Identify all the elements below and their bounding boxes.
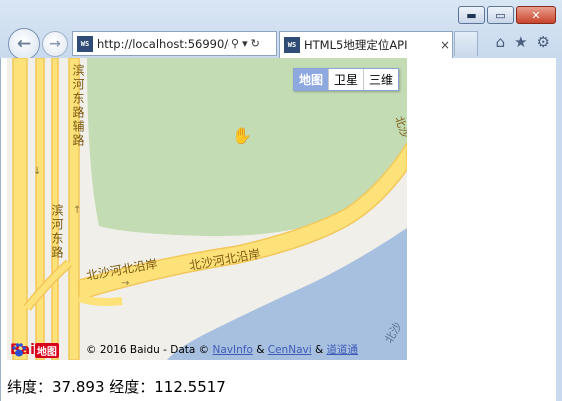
browser-chrome: ▬ ▭ ✕ ← → WS http://localhost:56990/c ⚲ … [0,0,562,60]
close-icon: ✕ [531,8,541,22]
cennavi-link[interactable]: CenNavi [268,344,312,356]
maximize-button[interactable]: ▭ [487,6,514,24]
dropdown-icon[interactable]: ▾ [242,37,248,50]
close-button[interactable]: ✕ [516,6,556,24]
search-icon[interactable]: ⚲ [231,37,239,50]
new-tab-button[interactable] [454,31,478,56]
road-label-vertical-2: 滨河东路 [50,203,64,260]
baidu-map[interactable]: 滨河东路辅路 滨河东路 北沙河北沿岸 北沙河北沿岸 北沙 北沙 ↓ ↑ → 地图… [7,58,407,360]
road-arrow-icon: ↑ [73,205,81,216]
site-favicon-icon: WS [77,35,93,52]
forward-arrow-icon: → [49,36,61,52]
map-type-map-button[interactable]: 地图 [293,69,328,90]
browser-tools: ⌂ ★ ⚙ [496,33,550,51]
settings-gear-icon[interactable]: ⚙ [537,33,550,51]
hand-cursor-icon: ✋ [232,126,252,145]
map-copyright: © 2016 Baidu - Data © NavInfo & CenNavi … [86,344,359,356]
tab-close-icon[interactable]: × [440,38,450,52]
map-type-3d-button[interactable]: 三维 [362,69,398,90]
back-arrow-icon: ← [16,34,32,54]
road-connector [77,294,123,306]
minimize-icon: ▬ [466,8,477,22]
navinfo-link[interactable]: NavInfo [213,344,253,356]
refresh-icon[interactable]: ↻ [251,37,260,50]
tab-favicon-icon: WS [284,37,300,53]
back-button[interactable]: ← [8,28,40,60]
map-canvas: 滨河东路辅路 滨河东路 北沙河北沿岸 北沙河北沿岸 北沙 北沙 ↓ ↑ → [7,58,407,360]
daodaotong-link[interactable]: 道道通 [327,344,359,356]
page-content: 滨河东路辅路 滨河东路 北沙河北沿岸 北沙河北沿岸 北沙 北沙 ↓ ↑ → 地图… [0,58,556,401]
address-bar[interactable]: WS http://localhost:56990/c ⚲ ▾ ↻ [72,31,277,56]
road-arrow-icon: ↓ [33,166,41,177]
forward-button[interactable]: → [42,31,68,57]
minimize-button[interactable]: ▬ [458,6,485,24]
road-label-vertical-1: 滨河东路辅路 [71,63,85,148]
window-controls: ▬ ▭ ✕ [458,6,556,24]
url-text[interactable]: http://localhost:56990/c [97,37,229,51]
maximize-icon: ▭ [495,8,506,22]
baidu-logo[interactable]: Bai 地图 [10,342,59,358]
tab-title: HTML5地理定位API [304,38,408,52]
road-arrow-icon: → [121,278,129,289]
window-right-border [556,58,562,401]
baidu-paw-icon [12,343,26,357]
map-type-switcher: 地图 卫星 三维 [292,68,399,91]
favorites-star-icon[interactable]: ★ [514,33,527,51]
map-type-satellite-button[interactable]: 卫星 [327,69,363,90]
tab-active[interactable]: WS HTML5地理定位API × [279,31,453,58]
home-icon[interactable]: ⌂ [496,33,506,51]
location-result-text: 纬度：37.893 经度：112.5517 [7,378,226,396]
